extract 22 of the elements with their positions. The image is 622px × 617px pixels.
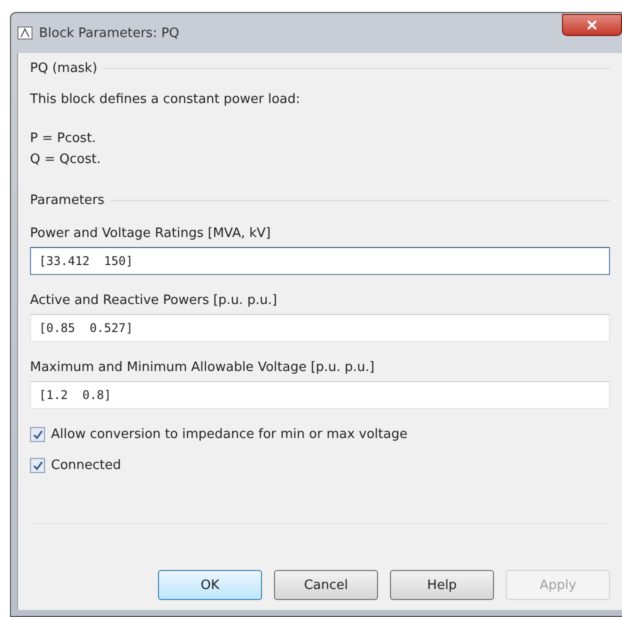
- app-icon: [17, 25, 33, 41]
- checkbox[interactable]: [30, 427, 45, 442]
- close-icon: [587, 20, 597, 30]
- checkbox[interactable]: [30, 458, 45, 473]
- description-text: This block defines a constant power load:: [30, 92, 302, 107]
- field-label: Active and Reactive Powers [p.u. p.u.]: [30, 293, 278, 308]
- field-label: Power and Voltage Ratings [MVA, kV]: [30, 226, 272, 241]
- checkbox-label: Allow conversion to impedance for min or max voltage: [51, 427, 408, 442]
- input-field[interactable]: [0.85 0.527]: [30, 314, 610, 342]
- field-label: Maximum and Minimum Allowable Voltage [p.u. p.u.]: [30, 360, 376, 375]
- checkbox-label: Connected: [51, 458, 122, 473]
- dialog-button[interactable]: Cancel: [274, 570, 378, 600]
- input-field[interactable]: [33.412 150]: [30, 247, 610, 275]
- dialog-button[interactable]: OK: [158, 570, 262, 600]
- input-field[interactable]: [1.2 0.8]: [30, 381, 610, 409]
- dialog-button[interactable]: Help: [390, 570, 494, 600]
- window-title: Block Parameters: PQ: [39, 26, 180, 40]
- equation-text: P = Pcost.: [30, 131, 97, 146]
- group-title: Parameters: [30, 193, 104, 208]
- group-title: PQ (mask): [30, 61, 98, 76]
- equation-text: Q = Qcost.: [30, 152, 102, 167]
- close-button[interactable]: [562, 14, 622, 36]
